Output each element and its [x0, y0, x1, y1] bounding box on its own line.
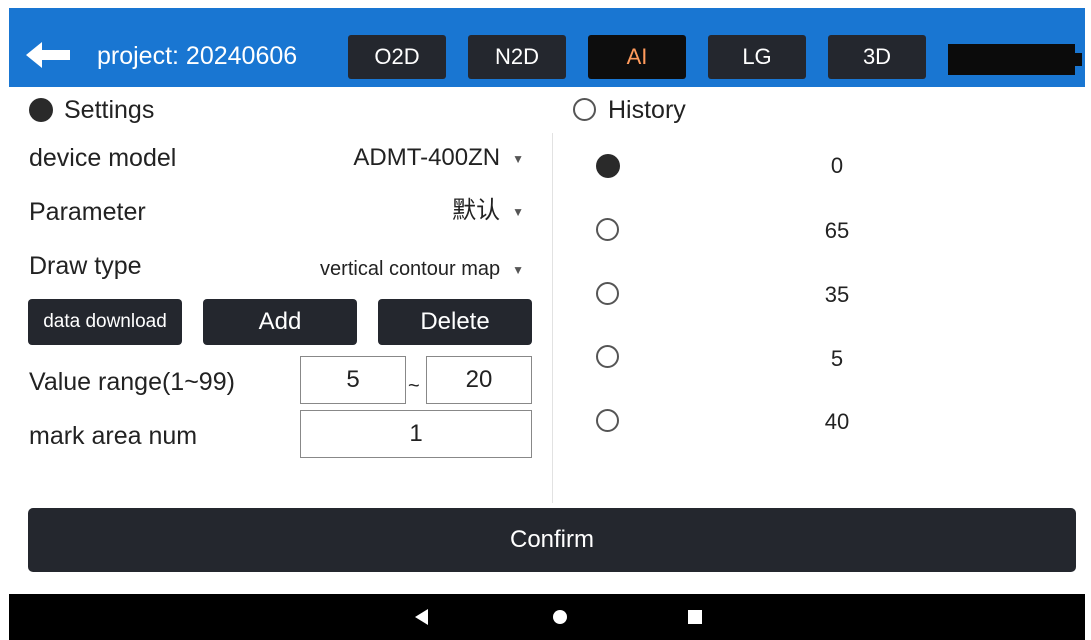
history-title: History — [608, 96, 686, 124]
settings-radio[interactable] — [29, 98, 53, 122]
dropdown-caret-icon: ▼ — [512, 262, 524, 277]
system-navigation-bar — [9, 594, 1085, 640]
value-range-separator: ~ — [408, 375, 420, 397]
add-button[interactable]: Add — [203, 299, 357, 345]
history-radio[interactable] — [573, 98, 596, 121]
tab-o2d[interactable]: O2D — [348, 35, 446, 79]
tab-3d[interactable]: 3D — [828, 35, 926, 79]
value-range-label: Value range(1~99) — [29, 368, 235, 396]
value-range-min-input[interactable]: 5 — [300, 356, 406, 404]
parameter-select[interactable]: 默认 ▼ — [452, 196, 524, 227]
history-item-value: 35 — [824, 282, 850, 307]
nav-recent-icon[interactable] — [688, 610, 702, 624]
column-divider — [552, 133, 553, 503]
history-item-value: 65 — [824, 218, 850, 243]
tab-ai[interactable]: AI — [588, 35, 686, 79]
draw-type-label: Draw type — [29, 252, 142, 280]
back-arrow-icon[interactable] — [26, 41, 72, 69]
dropdown-caret-icon: ▼ — [512, 151, 524, 166]
mark-area-num-label: mark area num — [29, 422, 198, 450]
history-item-radio[interactable] — [596, 218, 619, 241]
dropdown-caret-icon: ▼ — [512, 204, 524, 219]
draw-type-select[interactable]: vertical contour map ▼ — [320, 254, 524, 285]
value-range-max-input[interactable]: 20 — [426, 356, 532, 404]
history-item-radio[interactable] — [596, 409, 619, 432]
nav-back-icon[interactable] — [415, 609, 428, 625]
history-item-value: 5 — [830, 346, 844, 371]
tab-n2d[interactable]: N2D — [468, 35, 566, 79]
battery-icon — [948, 44, 1082, 75]
history-item-value: 0 — [830, 153, 844, 178]
history-item-radio[interactable] — [596, 282, 619, 305]
history-item-radio[interactable] — [596, 345, 619, 368]
parameter-value: 默认 — [452, 197, 501, 224]
device-model-label: device model — [29, 144, 177, 172]
parameter-label: Parameter — [29, 198, 146, 226]
tab-lg[interactable]: LG — [708, 35, 806, 79]
history-item-radio[interactable] — [596, 154, 620, 178]
device-model-select[interactable]: ADMT-400ZN ▼ — [353, 143, 524, 174]
nav-home-icon[interactable] — [553, 610, 567, 624]
project-title: project: 20240606 — [97, 42, 298, 70]
mark-area-num-input[interactable]: 1 — [300, 410, 532, 458]
device-model-value: ADMT-400ZN — [353, 144, 501, 171]
data-download-button[interactable]: data download — [28, 299, 182, 345]
delete-button[interactable]: Delete — [378, 299, 532, 345]
settings-title: Settings — [64, 96, 155, 124]
draw-type-value: vertical contour map — [320, 258, 501, 280]
confirm-button[interactable]: Confirm — [28, 508, 1076, 572]
history-item-value: 40 — [824, 409, 850, 434]
